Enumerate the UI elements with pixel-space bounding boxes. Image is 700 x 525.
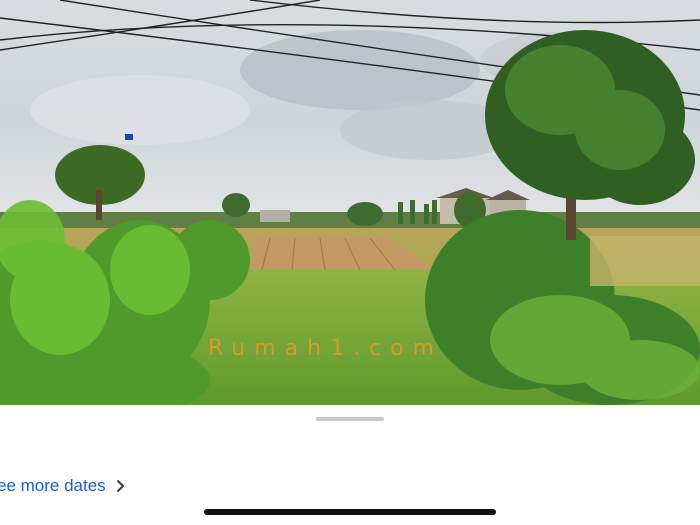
chevron-right-icon — [116, 479, 125, 493]
street-view-photo[interactable]: Rumah1.com — [0, 0, 700, 405]
sheet-grabber[interactable] — [316, 417, 384, 421]
watermark-logo: Rumah1.com — [208, 336, 444, 361]
see-more-dates-label: ee more dates — [0, 476, 106, 495]
bottom-sheet: ee more dates — [0, 405, 700, 525]
home-indicator — [204, 509, 496, 515]
see-more-dates-link[interactable]: ee more dates — [0, 475, 125, 497]
